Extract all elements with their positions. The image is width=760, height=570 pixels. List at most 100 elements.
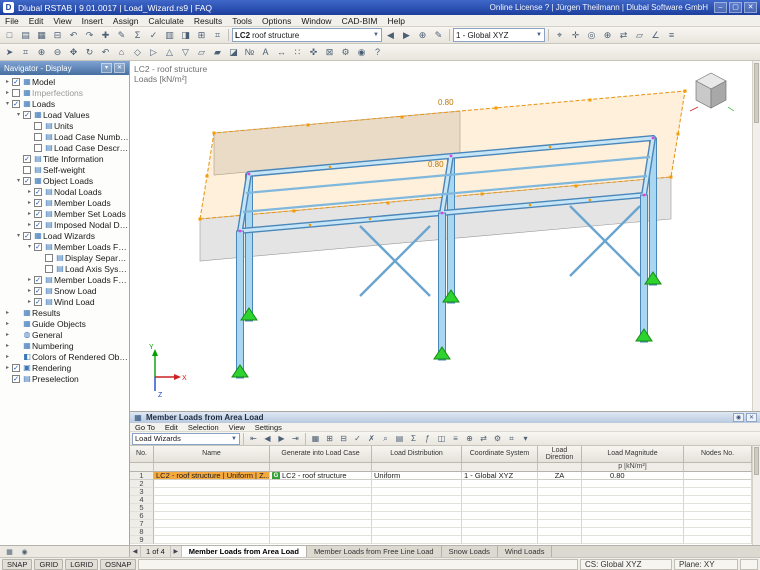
- last-record-icon[interactable]: ⇥: [289, 433, 302, 445]
- tree-checkbox[interactable]: [34, 144, 42, 152]
- tree-checkbox[interactable]: [12, 375, 20, 383]
- tree-checkbox[interactable]: [12, 100, 20, 108]
- tree-item[interactable]: ▤ Load Axis System: [0, 263, 129, 274]
- cell-nodes[interactable]: [684, 528, 752, 536]
- menu-item[interactable]: Calculate: [143, 15, 188, 26]
- apply-icon[interactable]: ✓: [351, 433, 364, 445]
- column-header[interactable]: Load Direction: [538, 446, 582, 463]
- rotate-view-icon[interactable]: ↻: [82, 45, 97, 59]
- menu-item[interactable]: Options: [257, 15, 296, 26]
- cell-coordinate-system[interactable]: [462, 480, 538, 488]
- table-tab[interactable]: Snow Loads: [442, 546, 498, 557]
- tree-checkbox[interactable]: [34, 188, 42, 196]
- tree-item[interactable]: ▸ ▣ Rendering: [0, 362, 129, 373]
- snap-icon[interactable]: ⌗: [210, 28, 225, 42]
- navigator-menu-icon[interactable]: ▾: [101, 63, 112, 73]
- cell-load-case[interactable]: [270, 488, 372, 496]
- column-header[interactable]: No.: [130, 446, 154, 463]
- tree-checkbox[interactable]: [23, 111, 31, 119]
- cell-load-case[interactable]: [270, 480, 372, 488]
- tree-item[interactable]: ▸ ▤ Member Loads: [0, 197, 129, 208]
- cell-direction[interactable]: [538, 496, 582, 504]
- expand-arrow-icon[interactable]: ▸: [25, 276, 34, 283]
- center-icon[interactable]: ⌖: [552, 28, 567, 42]
- tree-item[interactable]: ▸ ▦ Numbering: [0, 340, 129, 351]
- hidden-line-icon[interactable]: ◪: [226, 45, 241, 59]
- tree-checkbox[interactable]: [34, 199, 42, 207]
- tree-checkbox[interactable]: [12, 78, 20, 86]
- tree-item[interactable]: ▸ ◧ Colors of Rendered Objects by: [0, 351, 129, 362]
- table-row[interactable]: 1 LC2 - roof structure | Uniform | Z... …: [130, 472, 752, 480]
- cell-name[interactable]: [154, 512, 270, 520]
- raster-icon[interactable]: ∷: [290, 45, 305, 59]
- cell-nodes[interactable]: [684, 504, 752, 512]
- maximize-button[interactable]: ▢: [729, 2, 742, 13]
- tree-checkbox[interactable]: [45, 265, 53, 273]
- previous-load-case-icon[interactable]: ◀: [383, 28, 398, 42]
- menu-item[interactable]: Window: [296, 15, 336, 26]
- cell-magnitude[interactable]: [582, 488, 684, 496]
- insert-row-icon[interactable]: ⊞: [323, 433, 336, 445]
- cell-load-case[interactable]: [270, 512, 372, 520]
- exchange-icon[interactable]: ⇄: [477, 433, 490, 445]
- open-icon[interactable]: ▤: [18, 28, 33, 42]
- camera-icon[interactable]: ◉: [18, 547, 31, 557]
- print-icon[interactable]: ⊟: [50, 28, 65, 42]
- fill-icon[interactable]: ▤: [393, 433, 406, 445]
- previous-record-icon[interactable]: ◀: [261, 433, 274, 445]
- text-icon[interactable]: A: [258, 45, 273, 59]
- zoom-window-icon[interactable]: ⌗: [18, 45, 33, 59]
- cell-distribution[interactable]: [372, 528, 462, 536]
- cell-direction[interactable]: ZA: [538, 472, 582, 480]
- cell-direction[interactable]: [538, 488, 582, 496]
- menu-item[interactable]: Tools: [227, 15, 257, 26]
- move-icon[interactable]: ✛: [568, 28, 583, 42]
- cell-name[interactable]: [154, 488, 270, 496]
- expand-arrow-icon[interactable]: ▸: [25, 221, 34, 228]
- cell-direction[interactable]: [538, 536, 582, 544]
- pointer-icon[interactable]: ➤: [2, 45, 17, 59]
- add-icon[interactable]: ⊕: [600, 28, 615, 42]
- visibility-icon[interactable]: ◉: [354, 45, 369, 59]
- column-header[interactable]: Load Distribution: [372, 446, 462, 463]
- cell-name[interactable]: [154, 528, 270, 536]
- viewport[interactable]: LC2 - roof structure Loads [kN/m²]: [130, 61, 760, 411]
- tree-item[interactable]: ▾ ▦ Loads: [0, 98, 129, 109]
- cell-distribution[interactable]: [372, 504, 462, 512]
- coordinate-system-combo[interactable]: 1 - Global XYZ ▼: [453, 28, 545, 42]
- cell-nodes[interactable]: [684, 488, 752, 496]
- undo-icon[interactable]: ↶: [66, 28, 81, 42]
- cell-coordinate-system[interactable]: [462, 496, 538, 504]
- work-plane-icon[interactable]: ▱: [632, 28, 647, 42]
- cell-magnitude[interactable]: 0.80: [582, 472, 684, 480]
- tree-item[interactable]: ▤ Preselection: [0, 373, 129, 384]
- tree-checkbox[interactable]: [34, 276, 42, 284]
- model-canvas[interactable]: LC2 - roof structure Loads [kN/m²]: [130, 61, 752, 411]
- cell-direction[interactable]: [538, 512, 582, 520]
- expand-arrow-icon[interactable]: ▸: [3, 309, 12, 316]
- isometric-view-icon[interactable]: ◇: [130, 45, 145, 59]
- expand-arrow-icon[interactable]: ▸: [3, 89, 12, 96]
- column-header[interactable]: Coordinate System: [462, 446, 538, 463]
- table-row[interactable]: 3: [130, 488, 752, 496]
- load-case-combo[interactable]: G LC2 roof structure ▼: [232, 28, 382, 42]
- tree-item[interactable]: ▸ ▤ Wind Load: [0, 296, 129, 307]
- cell-name[interactable]: [154, 536, 270, 544]
- new-icon[interactable]: □: [2, 28, 17, 42]
- display-navigator-icon[interactable]: ▦: [3, 547, 16, 557]
- function-icon[interactable]: ƒ: [421, 433, 434, 445]
- view-z-icon[interactable]: ▽: [178, 45, 193, 59]
- cell-name[interactable]: [154, 504, 270, 512]
- tree-item[interactable]: ▸ ▦ Results: [0, 307, 129, 318]
- tree-item[interactable]: ▤ Title Information: [0, 153, 129, 164]
- tree-checkbox[interactable]: [23, 155, 31, 163]
- tree-item[interactable]: ▸ ▦ Imperfections: [0, 87, 129, 98]
- menu-item[interactable]: Insert: [77, 15, 108, 26]
- tree-checkbox[interactable]: [23, 177, 31, 185]
- edit-icon[interactable]: ✎: [114, 28, 129, 42]
- expand-arrow-icon[interactable]: ▾: [14, 177, 23, 184]
- cell-coordinate-system[interactable]: [462, 504, 538, 512]
- tree-checkbox[interactable]: [23, 232, 31, 240]
- cell-load-case[interactable]: [270, 520, 372, 528]
- redo-icon[interactable]: ↷: [82, 28, 97, 42]
